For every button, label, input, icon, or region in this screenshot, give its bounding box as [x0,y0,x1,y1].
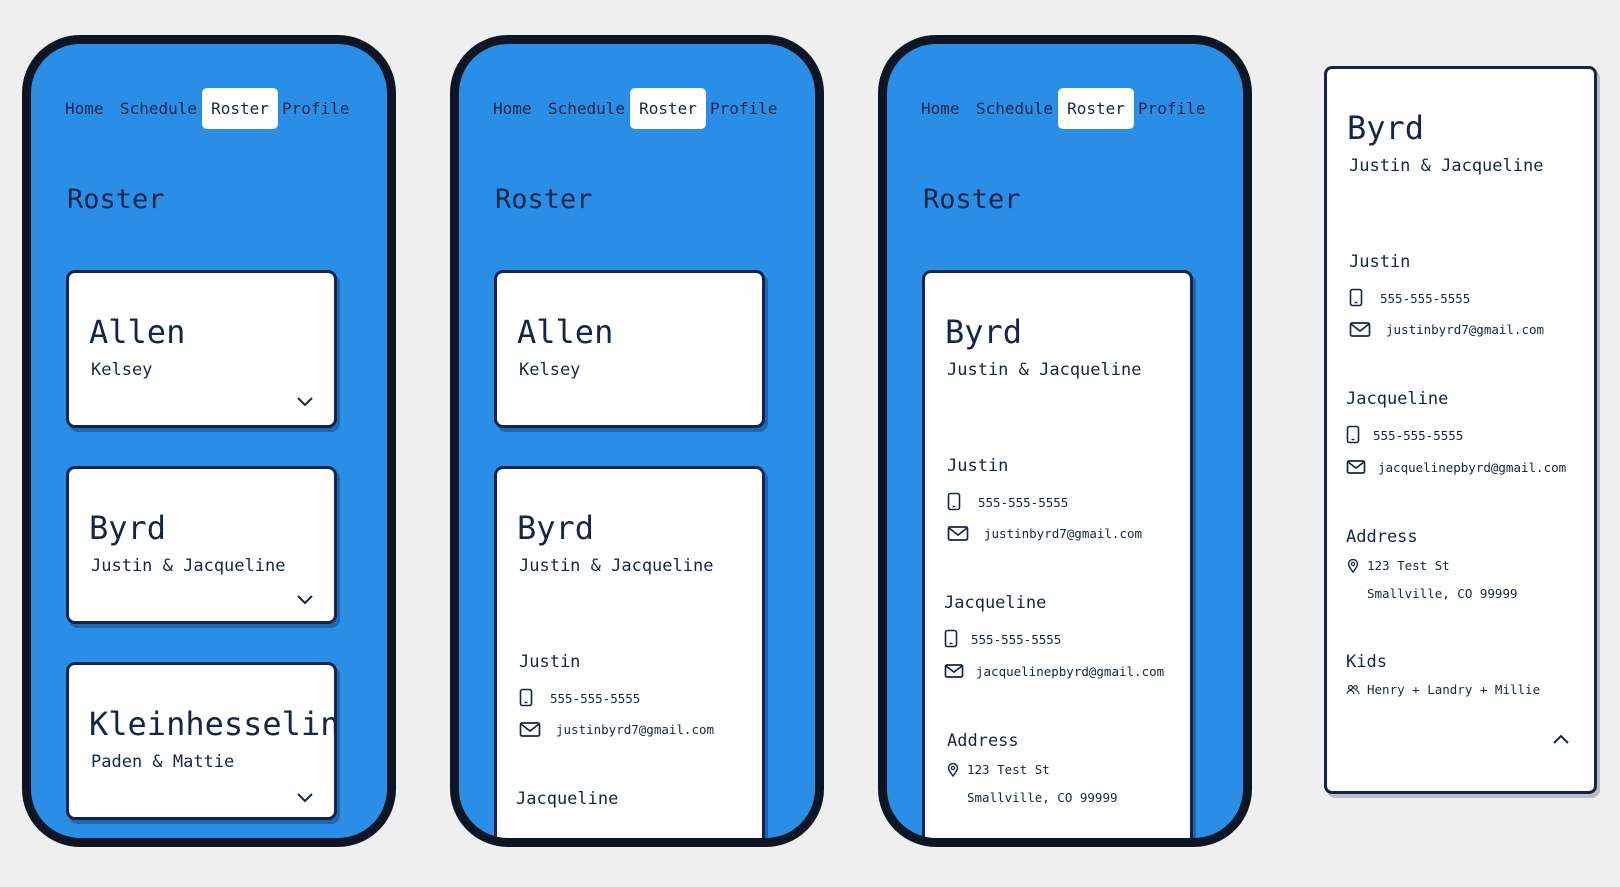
phone-row[interactable]: 555-555-5555 [519,688,739,710]
phone-number: 555-555-5555 [978,495,1069,510]
family-members: Justin & Jacqueline [1349,156,1544,176]
phone-screen-expanded: Home Schedule Roster Profile Roster Byrd… [878,35,1252,847]
family-members: Kelsey [519,360,581,380]
person-name: Jacqueline [516,789,619,809]
address-label: Address [1346,527,1418,547]
family-card-byrd-expanded[interactable]: Byrd Justin & Jacqueline Justin 555-555-… [494,466,765,838]
person-name: Jacqueline [1346,389,1449,409]
address-line-1: 123 Test St [1367,558,1450,573]
nav-home[interactable]: Home [65,88,104,129]
chevron-down-icon[interactable] [296,593,314,605]
phone-number: 555-555-5555 [550,691,641,706]
nav-schedule[interactable]: Schedule [120,88,197,129]
family-members: Paden & Mattie [91,752,235,772]
person-name: Jacqueline [944,593,1047,613]
family-name: Byrd [945,313,1023,351]
family-name: Byrd [1347,109,1425,147]
email-address: jacquelinepbyrd@gmail.com [1378,460,1567,475]
family-name: Byrd [89,509,167,547]
nav-schedule[interactable]: Schedule [548,88,625,129]
nav-profile[interactable]: Profile [710,88,777,129]
mail-icon [1349,322,1371,337]
nav-roster[interactable]: Roster [202,88,278,129]
nav-home[interactable]: Home [921,88,960,129]
page-title: Roster [67,184,165,215]
nav-home[interactable]: Home [493,88,532,129]
phone-icon [944,629,958,648]
family-members: Justin & Jacqueline [519,556,714,576]
phone-number: 555-555-5555 [971,632,1062,647]
page-title: Roster [495,184,593,215]
chevron-up-icon[interactable] [1552,733,1570,745]
email-row[interactable]: justinbyrd7@gmail.com [947,523,1177,545]
location-pin-icon [1347,559,1359,573]
family-name: Allen [517,313,614,351]
address-line-1: 123 Test St [967,762,1050,777]
people-icon [1346,684,1360,695]
email-row[interactable]: jacquelinepbyrd@gmail.com [944,661,1184,683]
chevron-down-icon[interactable] [296,395,314,407]
email-address: justinbyrd7@gmail.com [984,526,1143,541]
family-name: Allen [89,313,186,351]
phone-row[interactable]: 555-555-5555 [1346,425,1566,447]
top-nav: Home Schedule Roster Profile [31,88,387,130]
nav-profile[interactable]: Profile [282,88,349,129]
phone-screen-collapsed: Home Schedule Roster Profile Roster Alle… [22,35,396,847]
chevron-down-icon[interactable] [296,791,314,803]
nav-profile[interactable]: Profile [1138,88,1205,129]
phone-row[interactable]: 555-555-5555 [1349,288,1569,310]
phone-icon [1349,288,1363,307]
top-nav: Home Schedule Roster Profile [459,88,815,130]
person-name: Justin [519,652,581,672]
nav-schedule[interactable]: Schedule [976,88,1053,129]
person-name: Justin [1349,252,1411,272]
family-name: Kleinhesselink [89,705,337,743]
nav-roster[interactable]: Roster [630,88,706,129]
family-card-byrd-detail[interactable]: Byrd Justin & Jacqueline Justin 555-555-… [1324,66,1597,794]
email-row[interactable]: justinbyrd7@gmail.com [1349,319,1579,341]
phone-icon [947,492,961,511]
family-card-byrd[interactable]: Byrd Justin & Jacqueline [66,466,337,624]
family-members: Justin & Jacqueline [947,360,1142,380]
mail-icon [1346,460,1366,474]
family-members: Justin & Jacqueline [91,556,286,576]
phone-icon [519,688,533,707]
mail-icon [519,722,541,737]
mail-icon [947,526,969,541]
family-name: Byrd [517,509,595,547]
family-card-kleinhesselink[interactable]: Kleinhesselink Paden & Mattie [66,662,337,820]
email-address: justinbyrd7@gmail.com [1386,322,1545,337]
email-address: jacquelinepbyrd@gmail.com [976,664,1165,679]
location-pin-icon [947,763,959,777]
nav-roster[interactable]: Roster [1058,88,1134,129]
family-card-byrd-expanded[interactable]: Byrd Justin & Jacqueline Justin 555-555-… [922,270,1193,838]
page-title: Roster [923,184,1021,215]
family-members: Kelsey [91,360,153,380]
phone-icon [1346,425,1360,444]
email-row[interactable]: justinbyrd7@gmail.com [519,719,749,741]
address-label: Address [947,731,1019,751]
person-name: Justin [947,456,1009,476]
phone-number: 555-555-5555 [1380,291,1471,306]
kids-names: Henry + Landry + Millie [1367,682,1541,697]
phone-number: 555-555-5555 [1373,428,1464,443]
family-card-allen[interactable]: Allen Kelsey [66,270,337,428]
phone-row[interactable]: 555-555-5555 [947,492,1167,514]
phone-screen-expanding: Home Schedule Roster Profile Roster Alle… [450,35,824,847]
address-line-2: Smallville, CO 99999 [1367,586,1518,601]
address-line-2: Smallville, CO 99999 [967,790,1118,805]
kids-label: Kids [1346,652,1387,672]
mail-icon [944,664,964,678]
email-row[interactable]: jacquelinepbyrd@gmail.com [1346,457,1591,479]
top-nav: Home Schedule Roster Profile [887,88,1243,130]
email-address: justinbyrd7@gmail.com [556,722,715,737]
phone-row[interactable]: 555-555-5555 [944,629,1164,651]
family-card-allen[interactable]: Allen Kelsey [494,270,765,428]
